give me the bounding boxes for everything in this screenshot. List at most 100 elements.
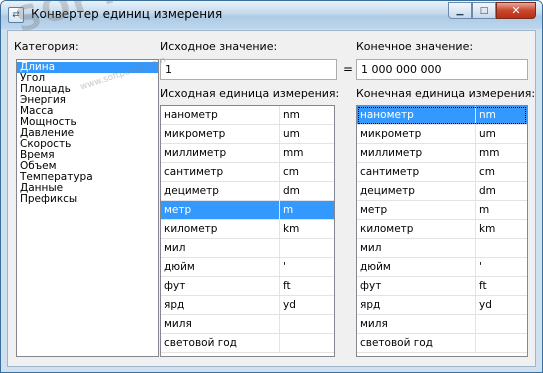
- unit-abbr-cell: ': [283, 261, 286, 273]
- minimize-icon: ▁: [456, 5, 464, 16]
- unit-row[interactable]: ярд yd: [357, 296, 527, 315]
- unit-row[interactable]: микрометр um: [161, 125, 334, 144]
- unit-abbr-cell: nm: [283, 109, 300, 121]
- unit-abbr-cell: cm: [479, 166, 496, 178]
- source-value-input[interactable]: 1: [160, 59, 337, 80]
- unit-abbr-cell: um: [479, 128, 496, 140]
- unit-abbr-cell: yd: [479, 299, 492, 311]
- unit-abbr-cell: nm: [479, 109, 496, 121]
- unit-name-cell: нанометр: [357, 106, 476, 124]
- target-unit-table[interactable]: нанометр nm микрометр um миллиметр mm сантимет…: [356, 105, 528, 357]
- unit-name-cell: миля: [357, 315, 476, 333]
- unit-row[interactable]: миля: [357, 315, 527, 334]
- unit-row[interactable]: микрометр um: [357, 125, 527, 144]
- category-list[interactable]: Длина Угол Площадь Энергия Масса Мощность Давл…: [16, 59, 159, 357]
- unit-abbr-cell: [280, 315, 334, 333]
- unit-row[interactable]: миля: [161, 315, 334, 334]
- unit-abbr-cell: [280, 239, 334, 257]
- unit-row[interactable]: метр m: [161, 201, 334, 220]
- unit-abbr-cell: km: [283, 223, 300, 235]
- unit-abbr-cell: dm: [479, 185, 496, 197]
- minimize-button[interactable]: ▁: [448, 2, 472, 19]
- unit-abbr-cell: dm: [283, 185, 300, 197]
- unit-row[interactable]: фут ft: [161, 277, 334, 296]
- unit-row[interactable]: миллиметр mm: [161, 144, 334, 163]
- converter-app-icon[interactable]: ⇄: [8, 7, 24, 23]
- unit-abbr-cell: yd: [283, 299, 296, 311]
- unit-row[interactable]: километр km: [357, 220, 527, 239]
- unit-name-cell: микрометр: [357, 125, 476, 143]
- unit-abbr-cell: [280, 334, 334, 352]
- unit-name-cell: сантиметр: [161, 163, 280, 181]
- result-value-field[interactable]: 1 000 000 000: [356, 59, 528, 80]
- unit-name-cell: дюйм: [161, 258, 280, 276]
- unit-row[interactable]: километр km: [161, 220, 334, 239]
- unit-name-cell: мил: [357, 239, 476, 257]
- unit-row[interactable]: ярд yd: [161, 296, 334, 315]
- unit-name-cell: дециметр: [161, 182, 280, 200]
- close-button[interactable]: ✕: [496, 2, 536, 19]
- unit-abbr-cell: km: [479, 223, 496, 235]
- unit-abbr-cell: m: [479, 204, 490, 216]
- unit-name-cell: ярд: [161, 296, 280, 314]
- unit-row[interactable]: нанометр nm: [161, 106, 334, 125]
- maximize-button[interactable]: □: [472, 2, 496, 19]
- unit-name-cell: дециметр: [357, 182, 476, 200]
- unit-row[interactable]: миллиметр mm: [357, 144, 527, 163]
- unit-abbr-cell: ft: [479, 280, 487, 292]
- unit-abbr-cell: ': [479, 261, 482, 273]
- unit-name-cell: дюйм: [357, 258, 476, 276]
- app-window: ⇄ Конвертер единиц измерения ▁ □ ✕ Катег…: [0, 0, 543, 373]
- unit-abbr-cell: ft: [283, 280, 291, 292]
- close-icon: ✕: [511, 4, 521, 17]
- unit-abbr-cell: um: [283, 128, 300, 140]
- category-item[interactable]: Префиксы: [17, 194, 158, 205]
- unit-name-cell: миля: [161, 315, 280, 333]
- unit-abbr-cell: mm: [479, 147, 500, 159]
- source-unit-table[interactable]: нанометр nm микрометр um миллиметр mm сантимет…: [160, 105, 335, 357]
- unit-row[interactable]: световой год: [161, 334, 334, 353]
- unit-row[interactable]: дюйм ': [357, 258, 527, 277]
- unit-name-cell: световой год: [357, 334, 476, 352]
- unit-name-cell: сантиметр: [357, 163, 476, 181]
- unit-abbr-cell: [476, 315, 527, 333]
- title-bar[interactable]: ⇄ Конвертер единиц измерения ▁ □ ✕: [1, 1, 542, 29]
- unit-row[interactable]: сантиметр cm: [357, 163, 527, 182]
- unit-name-cell: фут: [357, 277, 476, 295]
- unit-name-cell: километр: [357, 220, 476, 238]
- unit-name-cell: миллиметр: [357, 144, 476, 162]
- category-label: Категория:: [14, 40, 79, 53]
- unit-name-cell: километр: [161, 220, 280, 238]
- unit-abbr-cell: [476, 239, 527, 257]
- unit-name-cell: мил: [161, 239, 280, 257]
- caption-buttons: ▁ □ ✕: [448, 2, 536, 19]
- unit-name-cell: микрометр: [161, 125, 280, 143]
- main-panel: Категория: Длина Угол Площадь Энергия Масса М…: [7, 30, 536, 367]
- unit-abbr-cell: mm: [283, 147, 304, 159]
- unit-row[interactable]: мил: [161, 239, 334, 258]
- unit-row[interactable]: фут ft: [357, 277, 527, 296]
- unit-row[interactable]: нанометр nm: [357, 106, 527, 125]
- unit-row[interactable]: световой год: [357, 334, 527, 353]
- unit-abbr-cell: [476, 334, 527, 352]
- unit-row[interactable]: сантиметр cm: [161, 163, 334, 182]
- unit-row[interactable]: дециметр dm: [357, 182, 527, 201]
- unit-row[interactable]: метр m: [357, 201, 527, 220]
- unit-name-cell: ярд: [357, 296, 476, 314]
- unit-row[interactable]: мил: [357, 239, 527, 258]
- unit-name-cell: фут: [161, 277, 280, 295]
- target-unit-label: Конечная единица измерения:: [356, 87, 536, 100]
- unit-abbr-cell: m: [283, 204, 294, 216]
- unit-row[interactable]: дюйм ': [161, 258, 334, 277]
- result-value-label: Конечное значение:: [356, 40, 474, 53]
- equals-sign: =: [343, 62, 354, 76]
- unit-name-cell: метр: [357, 201, 476, 219]
- unit-name-cell: миллиметр: [161, 144, 280, 162]
- unit-name-cell: световой год: [161, 334, 280, 352]
- unit-name-cell: нанометр: [161, 106, 280, 124]
- source-value-label: Исходное значение:: [160, 40, 278, 53]
- source-unit-label: Исходная единица измерения:: [160, 87, 340, 100]
- unit-abbr-cell: cm: [283, 166, 300, 178]
- unit-name-cell: метр: [161, 201, 280, 219]
- unit-row[interactable]: дециметр dm: [161, 182, 334, 201]
